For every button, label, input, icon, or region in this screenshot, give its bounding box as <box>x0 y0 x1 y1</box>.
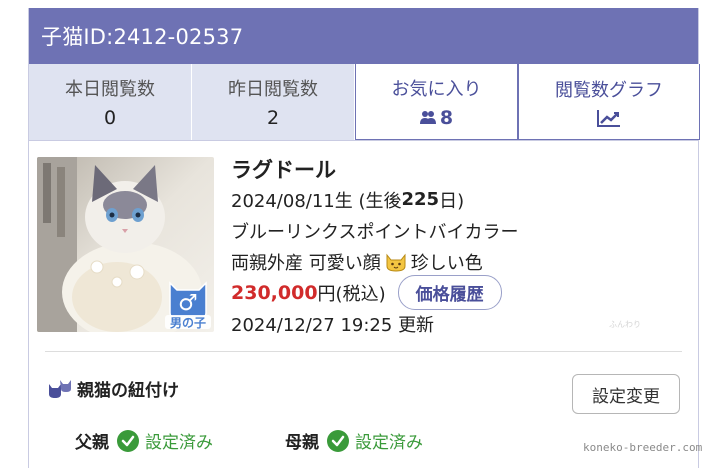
price-unit: 円(税込) <box>317 283 386 305</box>
graph-label: 閲覧数グラフ <box>555 79 663 101</box>
change-settings-button[interactable]: 設定変更 <box>572 374 680 414</box>
stats-bar: 本日閲覧数 0 昨日閲覧数 2 お気に入り 8 閲覧数グラフ <box>29 64 700 141</box>
father-label: 父親 <box>75 433 109 453</box>
price-value: 230,000 <box>231 281 318 304</box>
age-days: 225 <box>401 189 440 210</box>
user-group-icon <box>419 110 436 124</box>
parent-link-label: 親猫の紐付け <box>77 381 179 401</box>
favorites-label: お気に入り <box>391 78 482 100</box>
graph-icon-wrap <box>596 108 622 128</box>
birth-row: 2024/08/11生 (生後 225 日) <box>231 184 688 215</box>
view-graph-tab[interactable]: 閲覧数グラフ <box>518 64 700 140</box>
mother-label: 母親 <box>285 433 319 453</box>
breed-row: ラグドール <box>231 153 688 184</box>
age-suffix: 日) <box>439 190 465 212</box>
stat-today-value: 0 <box>103 107 117 129</box>
male-badge: ♂ 男の子 <box>165 277 211 330</box>
check-circle-icon <box>117 429 139 452</box>
stat-yesterday-value: 2 <box>266 107 280 129</box>
photo-watermark: ふんわり <box>609 320 641 329</box>
parent-cats-icon <box>49 379 71 398</box>
cat-face-icon <box>386 253 406 272</box>
kitten-photo[interactable]: ♂ 男の子 <box>37 157 214 332</box>
color-row: ブルーリンクスポイントバイカラー <box>231 215 688 246</box>
stat-yesterday-views: 昨日閲覧数 2 <box>192 64 355 140</box>
features-text-a: 両親外産 可愛い顔 <box>231 252 381 274</box>
kitten-info: ラグドール 2024/08/11生 (生後 225 日) ブルーリンクスポイント… <box>231 153 688 339</box>
stat-today-label: 本日閲覧数 <box>65 79 155 100</box>
mother-status: 母親 設定済み <box>285 428 423 453</box>
stat-yesterday-label: 昨日閲覧数 <box>228 79 318 100</box>
kitten-id-title: 子猫ID:2412-02537 <box>41 25 244 49</box>
check-circle-icon <box>327 429 349 452</box>
features-row: 両親外産 可愛い顔 珍しい色 <box>231 246 688 277</box>
updated-timestamp: 2024/12/27 19:25 更新 <box>231 314 435 336</box>
price-history-button[interactable]: 価格履歴 <box>397 275 502 310</box>
price-row: 230,000 円(税込) 価格履歴 <box>231 275 688 310</box>
gender-label: 男の子 <box>170 316 206 329</box>
coat-color: ブルーリンクスポイントバイカラー <box>231 221 519 243</box>
kitten-id-header: 子猫ID:2412-02537 <box>29 8 698 64</box>
birth-date: 2024/08/11生 (生後 <box>231 190 402 212</box>
line-chart-icon <box>597 109 620 127</box>
father-status-text: 設定済み <box>145 433 213 453</box>
kitten-detail: ♂ 男の子 ラグドール 2024/08/11生 (生後 225 日) ブルーリン… <box>29 141 698 351</box>
features-text-b: 珍しい色 <box>410 252 483 274</box>
kitten-card: 子猫ID:2412-02537 本日閲覧数 0 昨日閲覧数 2 お気に入り 8 <box>28 8 700 468</box>
favorites-count: 8 <box>419 106 454 129</box>
favorites-value: 8 <box>439 106 454 129</box>
parent-link-title: 親猫の紐付け <box>47 376 179 401</box>
father-status: 父親 設定済み <box>75 428 213 453</box>
favorites-tab[interactable]: お気に入り 8 <box>355 64 518 140</box>
site-watermark: koneko-breeder.com <box>583 441 703 454</box>
breed-name: ラグドール <box>231 157 336 182</box>
male-cat-icon: ♂ 男の子 <box>165 281 211 330</box>
mother-status-text: 設定済み <box>355 433 423 453</box>
stat-today-views: 本日閲覧数 0 <box>29 64 192 140</box>
male-symbol: ♂ <box>178 291 198 316</box>
